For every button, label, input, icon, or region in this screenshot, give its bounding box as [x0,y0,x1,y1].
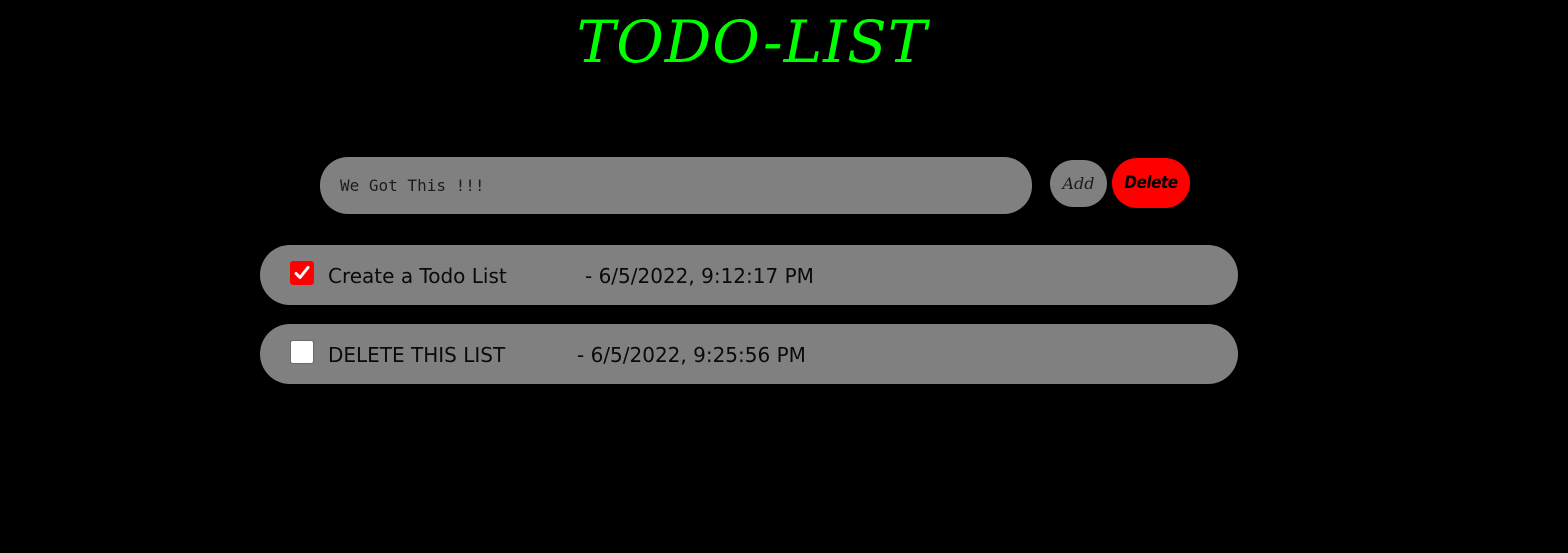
add-button[interactable]: Add [1050,160,1107,207]
todo-item: DELETE THIS LIST - 6/5/2022, 9:25:56 PM [260,324,1238,384]
todo-checkbox[interactable] [290,261,314,285]
check-icon [294,266,310,279]
todo-text: Create a Todo List [328,264,507,288]
todo-date: - 6/5/2022, 9:12:17 PM [585,264,814,288]
page-title: TODO-LIST [576,8,928,76]
todo-date: - 6/5/2022, 9:25:56 PM [577,343,806,367]
task-input[interactable] [320,157,1032,214]
delete-button[interactable]: Delete [1112,158,1190,208]
todo-app: TODO-LIST Add Delete Create a Todo List … [0,0,1568,553]
todo-text: DELETE THIS LIST [328,343,506,367]
todo-checkbox[interactable] [290,340,314,364]
todo-item: Create a Todo List - 6/5/2022, 9:12:17 P… [260,245,1238,305]
